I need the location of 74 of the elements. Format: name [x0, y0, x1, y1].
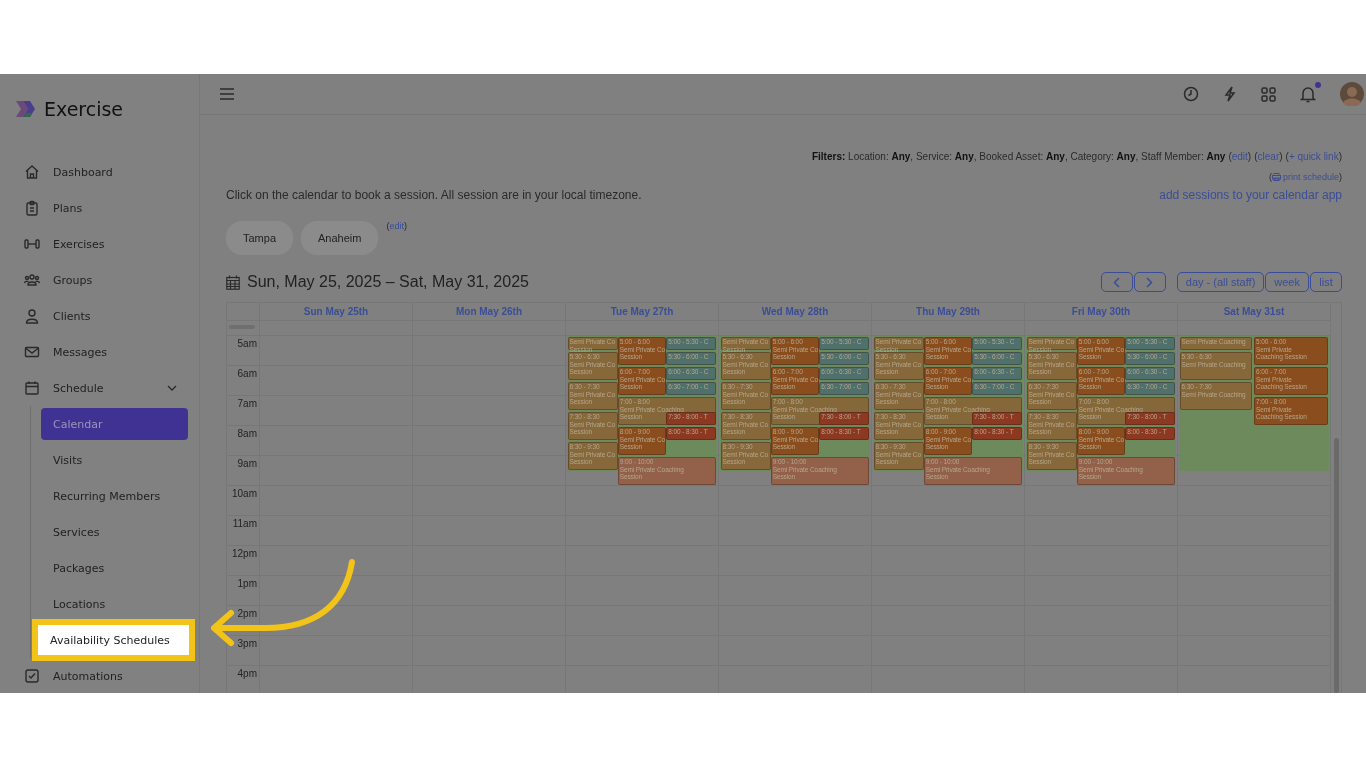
person-icon — [24, 308, 40, 324]
location-button[interactable]: Anaheim — [301, 221, 379, 255]
day-header: Wed May 28th — [761, 306, 829, 317]
view-button[interactable]: day - (all staff) — [1176, 272, 1265, 292]
apps-grid-icon[interactable] — [1261, 86, 1276, 102]
filter-link[interactable]: (edit) — [1228, 151, 1252, 162]
time-label: 12pm — [232, 548, 257, 559]
sidebar-subitem[interactable]: Services — [41, 516, 188, 548]
day-column[interactable] — [1178, 336, 1331, 693]
intro-text: Click on the calendar to book a session. All session are in your local timezone. — [226, 188, 642, 202]
day-column[interactable] — [719, 336, 872, 693]
home-icon — [24, 164, 40, 180]
day-column[interactable] — [872, 336, 1025, 693]
time-label: 7am — [237, 398, 257, 409]
day-column[interactable] — [1025, 336, 1178, 693]
time-label: 2pm — [237, 608, 257, 619]
avatar-icon[interactable] — [1340, 82, 1364, 106]
day-header: Sun May 25th — [303, 306, 369, 317]
sidebar-subitem[interactable]: Packages — [41, 552, 188, 584]
calendar-app-link[interactable]: add sessions to your calendar app — [1159, 188, 1342, 202]
lightning-icon[interactable] — [1223, 86, 1237, 102]
sidebar-item[interactable]: Plans — [0, 190, 199, 226]
clock-icon[interactable] — [1183, 86, 1199, 102]
time-label: 3pm — [237, 638, 257, 649]
filter-link[interactable]: (clear) — [1254, 151, 1283, 162]
day-header: Sat May 31st — [1223, 306, 1285, 317]
sidebar-item[interactable]: Automations — [0, 658, 199, 694]
clipboard-icon — [24, 200, 40, 216]
day-header: Mon May 26th — [455, 306, 523, 317]
time-label: 6am — [237, 368, 257, 379]
dumbbell-icon — [24, 236, 40, 252]
filter-link[interactable]: (+ quick link) — [1285, 151, 1342, 162]
sidebar-item[interactable]: Clients — [0, 298, 199, 334]
calendar-icon — [226, 274, 240, 290]
day-column[interactable] — [566, 336, 719, 693]
time-label: 11am — [232, 518, 257, 529]
printer-icon — [1271, 173, 1281, 181]
sidebar-subitem[interactable]: Visits — [41, 444, 188, 476]
filters-text: Filters: Location: Any, Service: Any, Booked Asset: Any, Category: Any, Staff Member: Any — [811, 151, 1226, 162]
view-button[interactable]: week — [1265, 272, 1309, 292]
location-button[interactable]: Tampa — [226, 221, 294, 255]
edit-link[interactable]: (edit) — [386, 221, 407, 231]
calendar-icon — [24, 380, 40, 396]
app-name: Exercise — [44, 98, 124, 120]
previous-button[interactable] — [1100, 272, 1133, 292]
day-header: Thu May 29th — [916, 306, 980, 317]
notification-bell-icon[interactable] — [1300, 85, 1316, 103]
print-schedule-link[interactable]: ( print schedule) — [1268, 172, 1342, 182]
chevron-left-icon — [1113, 276, 1121, 288]
people-icon — [24, 272, 40, 288]
time-label: 9am — [237, 458, 257, 469]
next-button[interactable] — [1133, 272, 1166, 292]
day-header: Fri May 30th — [1071, 306, 1131, 317]
sidebar-subitem[interactable]: Locations — [41, 588, 188, 620]
sidebar-subitem[interactable]: Recurring Members — [41, 480, 188, 512]
checkbox-icon — [24, 668, 40, 684]
view-button[interactable]: list — [1310, 272, 1342, 292]
day-header: Tue May 27th — [610, 306, 674, 317]
sidebar-item[interactable]: Dashboard — [0, 154, 199, 190]
mail-icon — [24, 344, 40, 360]
logo-icon — [14, 98, 36, 120]
sidebar-item[interactable]: Groups — [0, 262, 199, 298]
sidebar-subitem[interactable]: Calendar — [41, 408, 188, 440]
menu-icon[interactable] — [220, 88, 234, 100]
time-label: 5am — [237, 338, 257, 349]
date-range-title: Sun, May 25, 2025 – Sat, May 31, 2025 — [247, 273, 529, 291]
time-label: 10am — [232, 488, 257, 499]
time-label: 4pm — [237, 668, 257, 679]
sidebar-item[interactable]: Messages — [0, 334, 199, 370]
sidebar-item[interactable]: Schedule — [0, 370, 199, 406]
time-label: 1pm — [237, 578, 257, 589]
chevron-right-icon — [1146, 276, 1154, 288]
sidebar-item[interactable]: Exercises — [0, 226, 199, 262]
time-label: 8am — [237, 428, 257, 439]
